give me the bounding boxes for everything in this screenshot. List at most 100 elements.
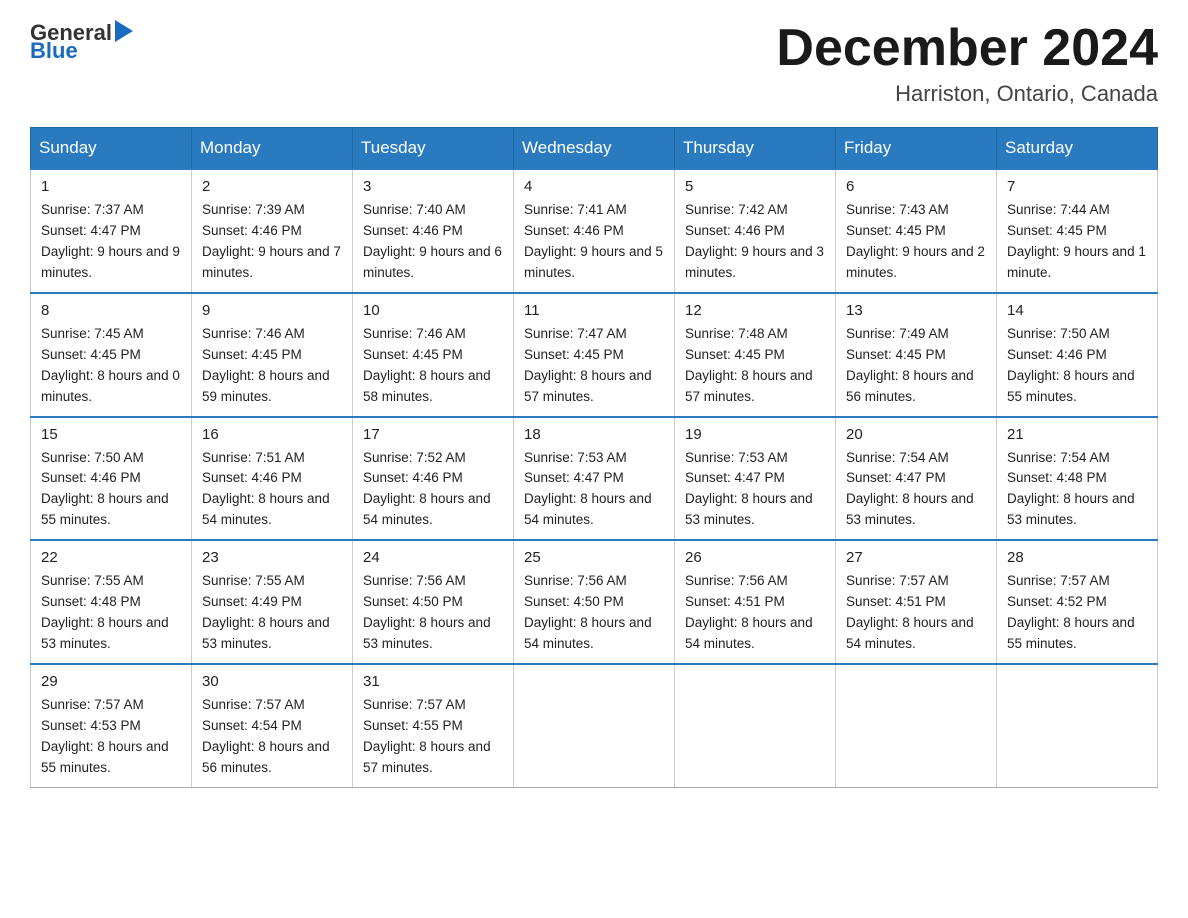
day-number: 7 bbox=[1007, 178, 1147, 195]
col-monday: Monday bbox=[192, 128, 353, 170]
table-row: 9 Sunrise: 7:46 AMSunset: 4:45 PMDayligh… bbox=[192, 293, 353, 417]
table-row bbox=[836, 664, 997, 787]
col-wednesday: Wednesday bbox=[514, 128, 675, 170]
col-tuesday: Tuesday bbox=[353, 128, 514, 170]
day-number: 1 bbox=[41, 178, 181, 195]
day-info: Sunrise: 7:52 AMSunset: 4:46 PMDaylight:… bbox=[363, 448, 503, 532]
day-info: Sunrise: 7:54 AMSunset: 4:48 PMDaylight:… bbox=[1007, 448, 1147, 532]
day-number: 2 bbox=[202, 178, 342, 195]
day-number: 14 bbox=[1007, 302, 1147, 319]
calendar-week-row: 1 Sunrise: 7:37 AMSunset: 4:47 PMDayligh… bbox=[31, 169, 1158, 293]
table-row: 30 Sunrise: 7:57 AMSunset: 4:54 PMDaylig… bbox=[192, 664, 353, 787]
table-row: 23 Sunrise: 7:55 AMSunset: 4:49 PMDaylig… bbox=[192, 540, 353, 664]
table-row: 15 Sunrise: 7:50 AMSunset: 4:46 PMDaylig… bbox=[31, 417, 192, 541]
day-number: 20 bbox=[846, 426, 986, 443]
location: Harriston, Ontario, Canada bbox=[776, 81, 1158, 107]
day-info: Sunrise: 7:57 AMSunset: 4:55 PMDaylight:… bbox=[363, 695, 503, 779]
day-number: 11 bbox=[524, 302, 664, 319]
table-row bbox=[997, 664, 1158, 787]
day-number: 31 bbox=[363, 673, 503, 690]
table-row bbox=[514, 664, 675, 787]
table-row: 25 Sunrise: 7:56 AMSunset: 4:50 PMDaylig… bbox=[514, 540, 675, 664]
day-number: 26 bbox=[685, 549, 825, 566]
table-row: 24 Sunrise: 7:56 AMSunset: 4:50 PMDaylig… bbox=[353, 540, 514, 664]
day-number: 17 bbox=[363, 426, 503, 443]
day-number: 29 bbox=[41, 673, 181, 690]
col-friday: Friday bbox=[836, 128, 997, 170]
calendar-week-row: 29 Sunrise: 7:57 AMSunset: 4:53 PMDaylig… bbox=[31, 664, 1158, 787]
table-row: 29 Sunrise: 7:57 AMSunset: 4:53 PMDaylig… bbox=[31, 664, 192, 787]
day-info: Sunrise: 7:40 AMSunset: 4:46 PMDaylight:… bbox=[363, 200, 503, 284]
table-row: 13 Sunrise: 7:49 AMSunset: 4:45 PMDaylig… bbox=[836, 293, 997, 417]
table-row: 2 Sunrise: 7:39 AMSunset: 4:46 PMDayligh… bbox=[192, 169, 353, 293]
table-row: 3 Sunrise: 7:40 AMSunset: 4:46 PMDayligh… bbox=[353, 169, 514, 293]
day-number: 8 bbox=[41, 302, 181, 319]
page-header: General Blue December 2024 Harriston, On… bbox=[30, 20, 1158, 107]
day-number: 16 bbox=[202, 426, 342, 443]
day-info: Sunrise: 7:55 AMSunset: 4:48 PMDaylight:… bbox=[41, 571, 181, 655]
month-title: December 2024 bbox=[776, 20, 1158, 77]
calendar-week-row: 22 Sunrise: 7:55 AMSunset: 4:48 PMDaylig… bbox=[31, 540, 1158, 664]
table-row: 4 Sunrise: 7:41 AMSunset: 4:46 PMDayligh… bbox=[514, 169, 675, 293]
day-info: Sunrise: 7:44 AMSunset: 4:45 PMDaylight:… bbox=[1007, 200, 1147, 284]
day-number: 5 bbox=[685, 178, 825, 195]
col-saturday: Saturday bbox=[997, 128, 1158, 170]
day-number: 30 bbox=[202, 673, 342, 690]
day-number: 18 bbox=[524, 426, 664, 443]
day-info: Sunrise: 7:47 AMSunset: 4:45 PMDaylight:… bbox=[524, 324, 664, 408]
table-row: 12 Sunrise: 7:48 AMSunset: 4:45 PMDaylig… bbox=[675, 293, 836, 417]
table-row: 16 Sunrise: 7:51 AMSunset: 4:46 PMDaylig… bbox=[192, 417, 353, 541]
calendar-header-row: Sunday Monday Tuesday Wednesday Thursday… bbox=[31, 128, 1158, 170]
day-info: Sunrise: 7:41 AMSunset: 4:46 PMDaylight:… bbox=[524, 200, 664, 284]
table-row: 21 Sunrise: 7:54 AMSunset: 4:48 PMDaylig… bbox=[997, 417, 1158, 541]
day-info: Sunrise: 7:46 AMSunset: 4:45 PMDaylight:… bbox=[363, 324, 503, 408]
day-number: 13 bbox=[846, 302, 986, 319]
col-thursday: Thursday bbox=[675, 128, 836, 170]
day-number: 22 bbox=[41, 549, 181, 566]
calendar-table: Sunday Monday Tuesday Wednesday Thursday… bbox=[30, 127, 1158, 787]
day-number: 21 bbox=[1007, 426, 1147, 443]
table-row: 17 Sunrise: 7:52 AMSunset: 4:46 PMDaylig… bbox=[353, 417, 514, 541]
table-row: 20 Sunrise: 7:54 AMSunset: 4:47 PMDaylig… bbox=[836, 417, 997, 541]
table-row: 1 Sunrise: 7:37 AMSunset: 4:47 PMDayligh… bbox=[31, 169, 192, 293]
day-info: Sunrise: 7:56 AMSunset: 4:50 PMDaylight:… bbox=[524, 571, 664, 655]
day-number: 9 bbox=[202, 302, 342, 319]
table-row: 8 Sunrise: 7:45 AMSunset: 4:45 PMDayligh… bbox=[31, 293, 192, 417]
day-info: Sunrise: 7:43 AMSunset: 4:45 PMDaylight:… bbox=[846, 200, 986, 284]
table-row: 6 Sunrise: 7:43 AMSunset: 4:45 PMDayligh… bbox=[836, 169, 997, 293]
logo-blue: Blue bbox=[30, 38, 78, 64]
day-number: 19 bbox=[685, 426, 825, 443]
day-number: 10 bbox=[363, 302, 503, 319]
day-number: 28 bbox=[1007, 549, 1147, 566]
day-info: Sunrise: 7:53 AMSunset: 4:47 PMDaylight:… bbox=[685, 448, 825, 532]
day-number: 24 bbox=[363, 549, 503, 566]
day-info: Sunrise: 7:56 AMSunset: 4:50 PMDaylight:… bbox=[363, 571, 503, 655]
day-info: Sunrise: 7:49 AMSunset: 4:45 PMDaylight:… bbox=[846, 324, 986, 408]
table-row: 7 Sunrise: 7:44 AMSunset: 4:45 PMDayligh… bbox=[997, 169, 1158, 293]
day-info: Sunrise: 7:57 AMSunset: 4:52 PMDaylight:… bbox=[1007, 571, 1147, 655]
day-info: Sunrise: 7:56 AMSunset: 4:51 PMDaylight:… bbox=[685, 571, 825, 655]
day-info: Sunrise: 7:45 AMSunset: 4:45 PMDaylight:… bbox=[41, 324, 181, 408]
day-info: Sunrise: 7:57 AMSunset: 4:53 PMDaylight:… bbox=[41, 695, 181, 779]
table-row: 26 Sunrise: 7:56 AMSunset: 4:51 PMDaylig… bbox=[675, 540, 836, 664]
day-info: Sunrise: 7:51 AMSunset: 4:46 PMDaylight:… bbox=[202, 448, 342, 532]
day-info: Sunrise: 7:53 AMSunset: 4:47 PMDaylight:… bbox=[524, 448, 664, 532]
calendar-week-row: 15 Sunrise: 7:50 AMSunset: 4:46 PMDaylig… bbox=[31, 417, 1158, 541]
day-number: 15 bbox=[41, 426, 181, 443]
day-info: Sunrise: 7:46 AMSunset: 4:45 PMDaylight:… bbox=[202, 324, 342, 408]
table-row: 18 Sunrise: 7:53 AMSunset: 4:47 PMDaylig… bbox=[514, 417, 675, 541]
table-row: 19 Sunrise: 7:53 AMSunset: 4:47 PMDaylig… bbox=[675, 417, 836, 541]
day-number: 6 bbox=[846, 178, 986, 195]
table-row: 14 Sunrise: 7:50 AMSunset: 4:46 PMDaylig… bbox=[997, 293, 1158, 417]
day-info: Sunrise: 7:54 AMSunset: 4:47 PMDaylight:… bbox=[846, 448, 986, 532]
table-row: 27 Sunrise: 7:57 AMSunset: 4:51 PMDaylig… bbox=[836, 540, 997, 664]
day-number: 25 bbox=[524, 549, 664, 566]
title-area: December 2024 Harriston, Ontario, Canada bbox=[776, 20, 1158, 107]
logo: General Blue bbox=[30, 20, 133, 64]
table-row: 11 Sunrise: 7:47 AMSunset: 4:45 PMDaylig… bbox=[514, 293, 675, 417]
day-info: Sunrise: 7:39 AMSunset: 4:46 PMDaylight:… bbox=[202, 200, 342, 284]
day-info: Sunrise: 7:55 AMSunset: 4:49 PMDaylight:… bbox=[202, 571, 342, 655]
logo-arrow-icon bbox=[115, 20, 133, 42]
table-row: 31 Sunrise: 7:57 AMSunset: 4:55 PMDaylig… bbox=[353, 664, 514, 787]
day-number: 12 bbox=[685, 302, 825, 319]
